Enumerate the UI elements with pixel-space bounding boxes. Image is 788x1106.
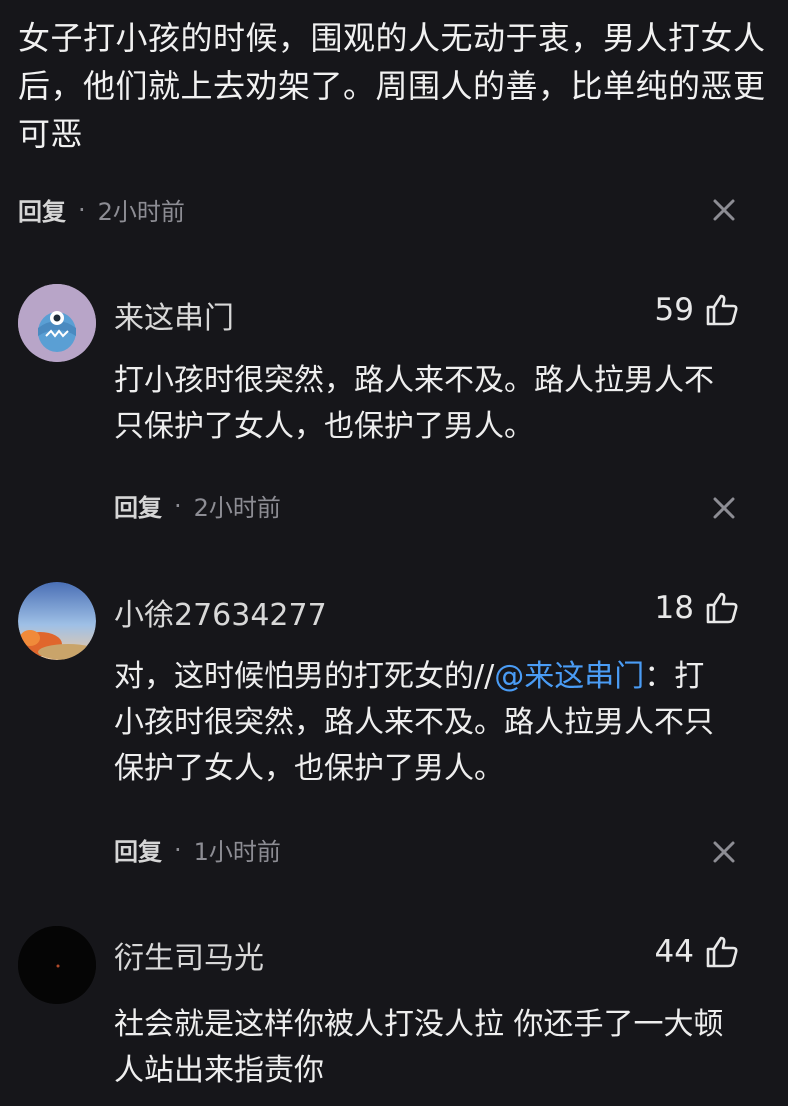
username[interactable]: 来这串门 bbox=[114, 293, 234, 337]
meta-separator: · bbox=[174, 491, 182, 520]
avatar[interactable] bbox=[18, 582, 96, 660]
thumbs-up-icon[interactable] bbox=[704, 292, 740, 328]
main-comment-meta: 回复 · 2小时前 bbox=[18, 192, 185, 227]
close-icon[interactable] bbox=[710, 494, 738, 522]
thumbs-up-icon[interactable] bbox=[704, 934, 740, 970]
like-count: 59 bbox=[655, 292, 740, 328]
main-comment-text: 女子打小孩的时候，围观的人无动于衷，男人打女人后，他们就上去劝架了。周围人的善，… bbox=[18, 19, 766, 153]
username[interactable]: 小徐27634277 bbox=[114, 590, 327, 634]
reply-text-main: 对，这时候怕男的打死女的// bbox=[114, 659, 495, 694]
avatar[interactable] bbox=[18, 926, 96, 1004]
reply-button[interactable]: 回复 bbox=[18, 192, 66, 227]
thumbs-up-icon[interactable] bbox=[704, 590, 740, 626]
like-count: 18 bbox=[655, 590, 740, 626]
reply-button[interactable]: 回复 bbox=[114, 832, 162, 867]
like-count-value: 44 bbox=[654, 934, 694, 970]
comment-time: 2小时前 bbox=[97, 198, 185, 226]
username[interactable]: 衍生司马光 bbox=[114, 933, 264, 977]
reply-button[interactable]: 回复 bbox=[114, 488, 162, 523]
reply-text: 打小孩时很突然，路人来不及。路人拉男人不只保护了女人，也保护了男人。 bbox=[114, 363, 714, 444]
comment-time: 2小时前 bbox=[193, 494, 281, 522]
comment-time: 1小时前 bbox=[193, 838, 281, 866]
close-icon[interactable] bbox=[710, 196, 738, 224]
reply-meta: 回复 · 2小时前 bbox=[114, 488, 281, 523]
reply-text: 对，这时候怕男的打死女的//@来这串门：打小孩时很突然，路人来不及。路人拉男人不… bbox=[114, 654, 734, 792]
like-count: 44 bbox=[655, 934, 740, 970]
user-mention-link[interactable]: @来这串门 bbox=[494, 659, 644, 694]
close-icon[interactable] bbox=[710, 838, 738, 866]
meta-separator: · bbox=[174, 835, 182, 864]
meta-separator: · bbox=[78, 195, 86, 224]
avatar[interactable] bbox=[18, 284, 96, 362]
reply-text: 社会就是这样你被人打没人拉 你还手了一大顿人站出来指责你 bbox=[114, 1007, 724, 1088]
like-count-value: 18 bbox=[654, 590, 694, 626]
like-count-value: 59 bbox=[654, 292, 694, 328]
reply-meta: 回复 · 1小时前 bbox=[114, 832, 281, 867]
